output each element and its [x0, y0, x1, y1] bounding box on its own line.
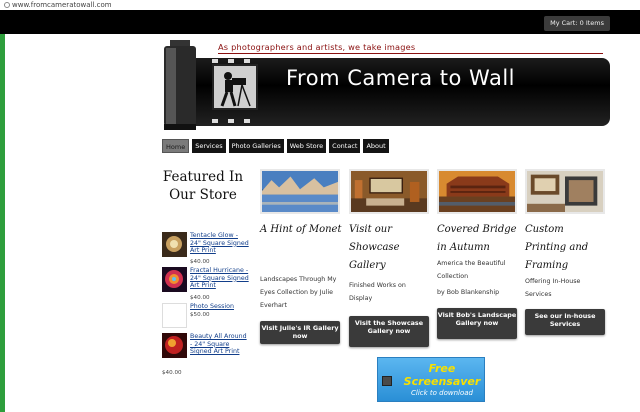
featured-product[interactable]: Tentacle Glow - 24" Square Signed Art Pr…: [160, 232, 250, 265]
feature-heading[interactable]: Custom Printing and Framing: [525, 221, 607, 275]
product-price: $40.00: [190, 295, 210, 301]
covered-bridge-image[interactable]: [437, 169, 517, 214]
top-bar: My Cart: 0 Items: [0, 10, 640, 34]
screensaver-label-free: Free: [428, 362, 456, 375]
showcase-gallery-image[interactable]: [349, 169, 429, 214]
feature-heading[interactable]: A Hint of Monet: [260, 221, 342, 239]
nav-home[interactable]: Home: [162, 139, 190, 153]
see-services-button[interactable]: See our in-house Services: [525, 309, 605, 335]
tagline: As photographers and artists, we take im…: [218, 42, 416, 52]
nav-contact[interactable]: Contact: [329, 139, 361, 153]
free-screensaver-button[interactable]: Free Screensaver Click to download: [377, 357, 485, 402]
globe-icon: [4, 2, 10, 8]
download-icon: [382, 376, 392, 386]
feature-column: Custom Printing and Framing Offering In-…: [525, 169, 605, 359]
feature-description: Finished Works on Display: [349, 282, 406, 302]
visit-landscape-gallery-button[interactable]: Visit Bob's Landscape Gallery now: [437, 308, 517, 339]
nav-web-store[interactable]: Web Store: [286, 139, 327, 153]
url-text: www.fromcameratowall.com: [12, 1, 112, 9]
feature-description: Landscapes Through My Eyes Collection by…: [260, 276, 337, 309]
product-price: $40.00: [190, 259, 210, 265]
site-title: From Camera to Wall: [286, 66, 516, 90]
nav-services[interactable]: Services: [192, 139, 226, 153]
page-edge-strip: [0, 34, 5, 412]
photographer-silhouette-image: [212, 64, 258, 110]
product-name-link[interactable]: Photo Session: [190, 303, 250, 311]
visit-gallery-button[interactable]: Visit Julie's IR Gallery now: [260, 321, 340, 344]
screensaver-download-label: Click to download: [410, 389, 473, 397]
monet-landscape-image[interactable]: [260, 169, 340, 214]
featured-product[interactable]: Beauty All Around - 24" Square Signed Ar…: [160, 333, 250, 378]
product-thumbnail-image[interactable]: [162, 333, 187, 358]
screensaver-label: Screensaver: [403, 375, 481, 388]
featured-product[interactable]: Photo Session $50.00: [160, 303, 250, 329]
feature-column: Covered Bridge in Autumn America the Bea…: [437, 169, 517, 359]
tagline-rule: [218, 53, 603, 54]
featured-product[interactable]: Fractal Hurricane - 24" Square Signed Ar…: [160, 267, 250, 302]
feature-heading[interactable]: Visit our Showcase Gallery: [349, 221, 431, 275]
address-bar[interactable]: www.fromcameratowall.com: [0, 0, 640, 10]
featured-title: Featured In Our Store: [162, 169, 244, 203]
feature-description: America the Beautiful Collection: [437, 260, 506, 280]
film-holes-bottom: [212, 119, 250, 123]
product-name-link[interactable]: Fractal Hurricane - 24" Square Signed Ar…: [190, 267, 250, 290]
nav-about[interactable]: About: [363, 139, 389, 153]
product-name-link[interactable]: Beauty All Around - 24" Square Signed Ar…: [190, 333, 250, 356]
film-holes-top: [212, 59, 250, 63]
nav-photo-galleries[interactable]: Photo Galleries: [228, 139, 284, 153]
product-thumbnail-image[interactable]: [162, 303, 187, 328]
film-canister-icon: [164, 40, 196, 130]
cart-button[interactable]: My Cart: 0 Items: [544, 16, 610, 31]
feature-description: Offering In-House Services: [525, 278, 581, 298]
product-thumbnail-image[interactable]: [162, 267, 187, 292]
feature-heading[interactable]: Covered Bridge in Autumn: [437, 221, 519, 257]
feature-column: Visit our Showcase Gallery Finished Work…: [349, 169, 429, 359]
visit-showcase-button[interactable]: Visit the Showcase Gallery now: [349, 316, 429, 347]
product-price: $50.00: [190, 312, 210, 318]
product-price: $40.00: [162, 370, 182, 376]
main-nav: Home Services Photo Galleries Web Store …: [162, 139, 389, 153]
product-thumbnail-image[interactable]: [162, 232, 187, 257]
feature-description-author: by Bob Blankenship: [437, 289, 500, 296]
feature-column: A Hint of Monet Landscapes Through My Ey…: [260, 169, 342, 359]
product-name-link[interactable]: Tentacle Glow - 24" Square Signed Art Pr…: [190, 232, 250, 255]
custom-framing-image[interactable]: [525, 169, 605, 214]
site-banner[interactable]: As photographers and artists, we take im…: [160, 40, 610, 135]
